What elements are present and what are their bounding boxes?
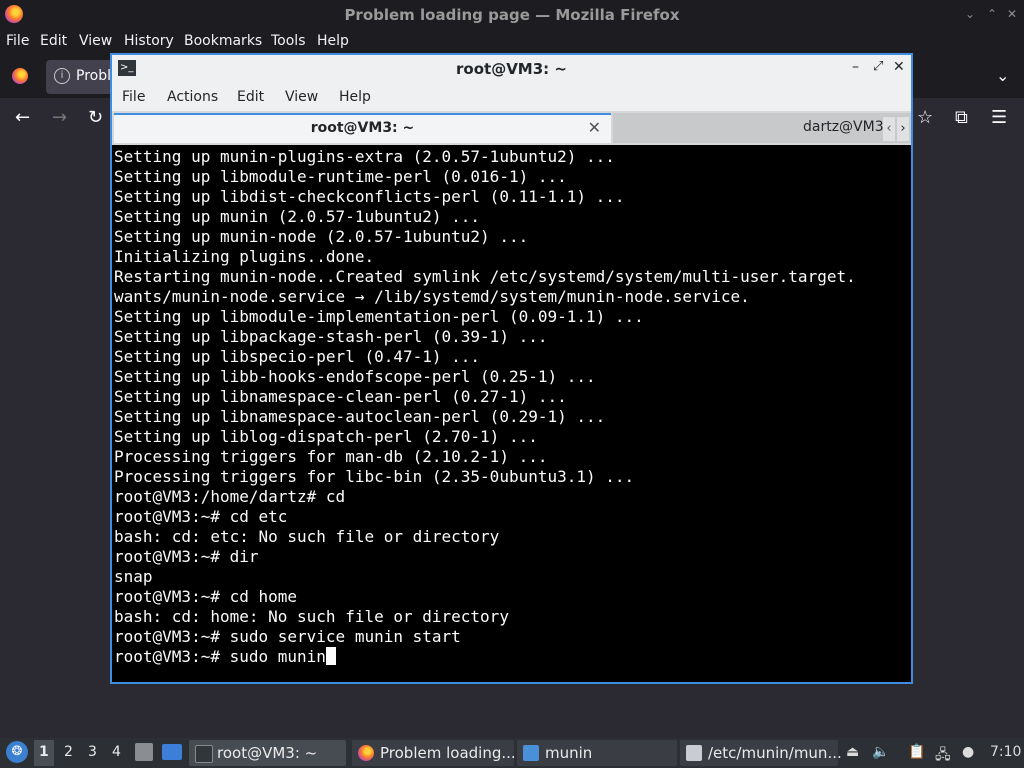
text-editor-icon	[686, 745, 702, 761]
terminal-tab-label: root@VM3: ~	[310, 120, 415, 136]
terminal-line: wants/munin-node.service → /lib/systemd/…	[114, 287, 750, 306]
terminal-line: Processing triggers for man-db (2.10.2-1…	[114, 447, 548, 466]
firefox-icon	[358, 745, 374, 761]
menu-edit[interactable]: Edit	[40, 33, 67, 49]
terminal-line: Setting up libnamespace-autoclean-perl (…	[114, 407, 606, 426]
list-tabs-icon[interactable]: ⌄	[996, 66, 1009, 85]
terminal-line: Setting up munin-plugins-extra (2.0.57-1…	[114, 147, 615, 166]
terminal-tab-active[interactable]: root@VM3: ~ ✕	[114, 113, 611, 143]
workspace-2[interactable]: 2	[64, 744, 73, 760]
task-label: Problem loading...	[380, 744, 516, 762]
firefox-view-icon[interactable]	[12, 68, 28, 84]
terminal-line: Setting up libdist-checkconflicts-perl (…	[114, 187, 625, 206]
terminal-text: Setting up munin-plugins-extra (2.0.57-1…	[114, 147, 909, 667]
terminal-line: Processing triggers for libc-bin (2.35-0…	[114, 467, 635, 486]
menu-view[interactable]: View	[79, 33, 112, 49]
reload-icon[interactable]: ↻	[88, 108, 103, 128]
task-terminal[interactable]: root@VM3: ~	[189, 740, 346, 766]
terminal-line: Setting up libb-hooks-endofscope-perl (0…	[114, 367, 596, 386]
minimize-icon[interactable]: ⌄	[963, 7, 977, 21]
workspace-1[interactable]: 1	[39, 744, 49, 760]
terminal-line: Setting up libmodule-runtime-perl (0.016…	[114, 167, 567, 186]
close-icon[interactable]: ✕	[893, 59, 905, 75]
task-firefox[interactable]: Problem loading...	[352, 740, 516, 766]
terminal-window: >_ root@VM3: ~ – ⤢ ✕ File Actions Edit V…	[110, 53, 913, 684]
tab-scroll-right-icon[interactable]: ›	[897, 117, 909, 141]
terminal-menu-view[interactable]: View	[285, 89, 318, 105]
extensions-icon[interactable]: ⧉	[955, 108, 968, 128]
close-tab-icon[interactable]: ✕	[588, 118, 601, 137]
terminal-line: root@VM3:/home/dartz# cd	[114, 487, 346, 506]
terminal-menu-actions[interactable]: Actions	[167, 89, 218, 105]
start-menu-icon[interactable]: ❂	[6, 741, 28, 763]
tab-scroll-left-icon[interactable]: ‹	[883, 117, 895, 141]
firefox-titlebar: Problem loading page — Mozilla Firefox ⌄…	[0, 0, 1024, 30]
terminal-menu-help[interactable]: Help	[339, 89, 371, 105]
workspace-4[interactable]: 4	[112, 744, 121, 760]
terminal-line: Setting up libspecio-perl (0.47-1) ...	[114, 347, 481, 366]
network-icon[interactable]: 🖧	[935, 744, 951, 768]
terminal-line: bash: cd: home: No such file or director…	[114, 607, 509, 626]
menu-history[interactable]: History	[124, 33, 174, 49]
terminal-icon	[195, 745, 213, 763]
forward-icon[interactable]: →	[52, 108, 67, 128]
eject-icon[interactable]: ⏏	[846, 744, 859, 760]
terminal-line: root@VM3:~# cd home	[114, 587, 298, 606]
menu-file[interactable]: File	[6, 33, 29, 49]
desktop-icon[interactable]	[162, 744, 182, 760]
firefox-menubar: File Edit View History Bookmarks Tools H…	[0, 30, 1024, 54]
maximize-icon[interactable]: ⤢	[873, 59, 883, 74]
terminal-prompt-line: root@VM3:~# sudo munin	[114, 647, 326, 666]
workspace-3[interactable]: 3	[88, 744, 97, 760]
terminal-tab-inactive[interactable]: dartz@VM3	[613, 113, 911, 143]
terminal-line: Setting up munin (2.0.57-1ubuntu2) ...	[114, 207, 481, 226]
app-menu-icon[interactable]: ☰	[991, 108, 1007, 128]
task-label: /etc/munin/mun...	[708, 744, 842, 762]
terminal-line: Setting up libpackage-stash-perl (0.39-1…	[114, 327, 548, 346]
terminal-line: Setting up libnamespace-clean-perl (0.27…	[114, 387, 567, 406]
terminal-line: Initializing plugins..done.	[114, 247, 375, 266]
terminal-line: Restarting munin-node..Created symlink /…	[114, 267, 856, 286]
terminal-line: snap	[114, 567, 153, 586]
terminal-titlebar: >_ root@VM3: ~ – ⤢ ✕	[112, 55, 911, 83]
clock[interactable]: 7:10	[990, 744, 1021, 760]
firefox-tab-label: Probl	[76, 68, 111, 84]
terminal-menubar: File Actions Edit View Help	[112, 83, 911, 111]
terminal-output[interactable]: Setting up munin-plugins-extra (2.0.57-1…	[114, 147, 909, 682]
minimize-icon[interactable]: –	[852, 59, 859, 75]
terminal-line: Setting up liblog-dispatch-perl (2.70-1)…	[114, 427, 538, 446]
file-manager-launcher-icon[interactable]	[135, 743, 153, 761]
maximize-icon[interactable]: ⌃	[985, 7, 999, 21]
terminal-line: Setting up munin-node (2.0.57-1ubuntu2) …	[114, 227, 529, 246]
task-text-editor[interactable]: /etc/munin/mun...	[680, 740, 842, 766]
menu-tools[interactable]: Tools	[271, 33, 306, 49]
clipboard-icon[interactable]: 📋	[908, 744, 925, 760]
menu-bookmarks[interactable]: Bookmarks	[184, 33, 262, 49]
bookmark-star-icon[interactable]: ☆	[917, 108, 933, 128]
task-label: root@VM3: ~	[217, 744, 318, 762]
notification-icon[interactable]: ●	[962, 744, 974, 760]
close-icon[interactable]: ✕	[1005, 7, 1019, 21]
task-munin-folder[interactable]: munin	[517, 740, 677, 766]
folder-icon	[523, 745, 539, 761]
firefox-window-title: Problem loading page — Mozilla Firefox	[344, 6, 680, 24]
terminal-window-title: root@VM3: ~	[456, 60, 567, 78]
terminal-line: root@VM3:~# dir	[114, 547, 259, 566]
volume-icon[interactable]: 🔈	[872, 744, 889, 760]
terminal-line: root@VM3:~# sudo service munin start	[114, 627, 461, 646]
menu-help[interactable]: Help	[317, 33, 349, 49]
task-label: munin	[545, 744, 593, 762]
terminal-menu-file[interactable]: File	[122, 89, 145, 105]
terminal-cursor	[325, 647, 336, 665]
terminal-line: root@VM3:~# cd etc	[114, 507, 288, 526]
back-icon[interactable]: ←	[15, 108, 30, 128]
terminal-menu-edit[interactable]: Edit	[237, 89, 264, 105]
terminal-line: bash: cd: etc: No such file or directory	[114, 527, 500, 546]
info-icon: i	[54, 68, 70, 84]
terminal-line: Setting up libmodule-implementation-perl…	[114, 307, 644, 326]
terminal-tab-label: dartz@VM3	[803, 119, 884, 135]
